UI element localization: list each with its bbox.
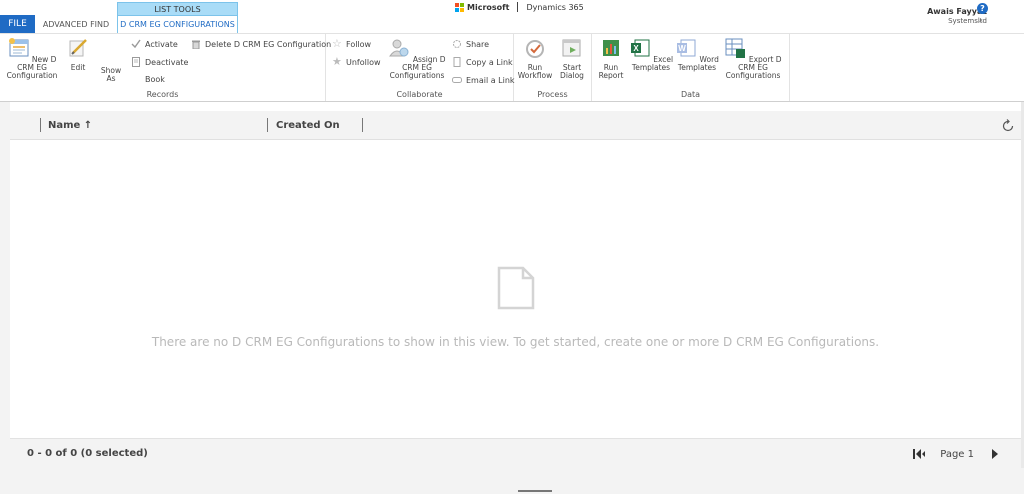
start-dialog-button[interactable]: Start Dialog [556,37,588,80]
copy-link-icon [453,57,461,67]
activate-label: Activate [145,39,178,49]
excel-templates-button[interactable]: X Excel Templates [628,37,674,72]
grid-header: Name ↑ Created On [10,111,1021,140]
unfollow-button[interactable]: ★ Unfollow [332,55,381,68]
run-report-label: Run Report [598,63,624,80]
share-button[interactable]: Share [452,39,489,49]
book-button[interactable]: Book [145,75,165,84]
pager: Page 1 [912,447,1002,461]
star-outline-icon: ☆ [332,37,342,50]
empty-view: There are no D CRM EG Configurations to … [10,140,1021,438]
record-grid: Name ↑ Created On There are no D CRM EG … [10,111,1021,468]
word-templates-button[interactable]: W Word Templates [674,37,720,72]
share-icon [453,40,461,48]
collaborate-group-label: Collaborate [396,90,443,99]
export-icon [725,38,746,58]
records-group-label: Records [146,90,179,99]
list-tools-group: LIST TOOLS D CRM EG CONFIGURATIONS [117,2,238,33]
record-count: 0 - 0 of 0 (0 selected) [27,448,148,459]
show-as-button[interactable]: Show As [98,67,124,83]
column-separator[interactable] [267,118,268,132]
new-record-icon [8,38,29,57]
records-group: New D CRM EG Configuration Edit Show As … [0,34,331,101]
run-workflow-label: Run Workflow [517,63,553,80]
word-icon: W [677,39,696,57]
start-dialog-label: Start Dialog [560,63,584,80]
deactivate-icon [132,57,140,67]
run-workflow-icon [526,40,544,58]
microsoft-label: Microsoft [467,2,510,12]
data-group: Run Report X Excel Templates W Word Temp… [592,34,790,101]
empty-view-message: There are no D CRM EG Configurations to … [151,335,880,349]
process-group-label: Process [537,90,568,99]
activate-button[interactable]: Activate [131,39,178,49]
list-tools-label: LIST TOOLS [117,2,238,15]
tab-advanced-find[interactable]: ADVANCED FIND [36,15,116,33]
email-link-label: Email a Link [466,75,515,85]
trash-icon [192,40,200,49]
next-page-icon [992,449,998,459]
svg-text:W: W [678,44,686,53]
collaborate-group: ☆ Follow ★ Unfollow Assign D CRM EG Conf… [326,34,515,101]
column-separator[interactable] [362,118,363,132]
email-link-icon [452,77,462,83]
deactivate-button[interactable]: Deactivate [131,57,188,67]
assign-icon [389,39,409,57]
edit-button[interactable]: Edit [64,37,92,72]
follow-button[interactable]: ☆ Follow [332,37,372,50]
microsoft-logo-icon [455,2,464,12]
bottom-strip [0,468,1024,494]
assign-button[interactable]: Assign D CRM EG Configurations [384,37,450,80]
collapse-ribbon-icon[interactable]: ⌃ [978,19,984,27]
start-dialog-icon [562,39,581,57]
column-header-created-on[interactable]: Created On [276,120,340,131]
follow-label: Follow [346,39,372,49]
report-icon [603,40,619,56]
delete-label: Delete D CRM EG Configuration [205,39,332,49]
column-header-name[interactable]: Name ↑ [48,120,92,131]
checkmark-icon [131,39,141,49]
share-label: Share [466,39,490,49]
column-separator [40,118,41,132]
refresh-icon[interactable] [1001,119,1015,133]
new-button[interactable]: New D CRM EG Configuration [2,37,62,80]
tab-file[interactable]: FILE [0,15,35,33]
copy-link-button[interactable]: Copy a Link [452,57,513,67]
export-button[interactable]: Export D CRM EG Configurations [720,37,786,80]
first-page-icon [913,449,926,459]
empty-document-icon [497,266,535,310]
horizontal-scroll-thumb[interactable] [518,490,552,492]
deactivate-label: Deactivate [145,57,189,67]
star-filled-icon: ★ [332,55,342,68]
page-number: Page 1 [940,448,974,460]
edit-button-label: Edit [70,63,86,72]
grid-footer: 0 - 0 of 0 (0 selected) Page 1 [10,438,1021,468]
left-gutter [0,102,10,494]
top-bar: FILE ADVANCED FIND LIST TOOLS D CRM EG C… [0,0,1024,33]
svg-text:X: X [633,44,639,53]
product-name[interactable]: Dynamics 365 [526,3,583,12]
excel-icon: X [630,39,650,57]
book-label: Book [145,75,165,84]
copy-link-label: Copy a Link [466,57,513,67]
data-group-label: Data [680,90,701,99]
command-ribbon: New D CRM EG Configuration Edit Show As … [0,33,1024,102]
email-link-button[interactable]: Email a Link [452,75,515,85]
process-group: Run Workflow Start Dialog Process [514,34,592,101]
brand-separator [517,2,519,12]
first-page-button[interactable] [912,447,926,461]
delete-button[interactable]: Delete D CRM EG Configuration [191,39,331,49]
run-workflow-button[interactable]: Run Workflow [516,37,554,80]
brand: Microsoft Dynamics 365 [455,1,584,13]
edit-icon [69,39,87,57]
help-icon[interactable]: ? [977,3,988,14]
show-as-label: Show As [100,66,122,83]
next-page-button[interactable] [988,447,1002,461]
unfollow-label: Unfollow [346,57,381,67]
run-report-button[interactable]: Run Report [594,37,628,80]
tab-d-crm-eg-configurations[interactable]: D CRM EG CONFIGURATIONS [117,15,238,33]
